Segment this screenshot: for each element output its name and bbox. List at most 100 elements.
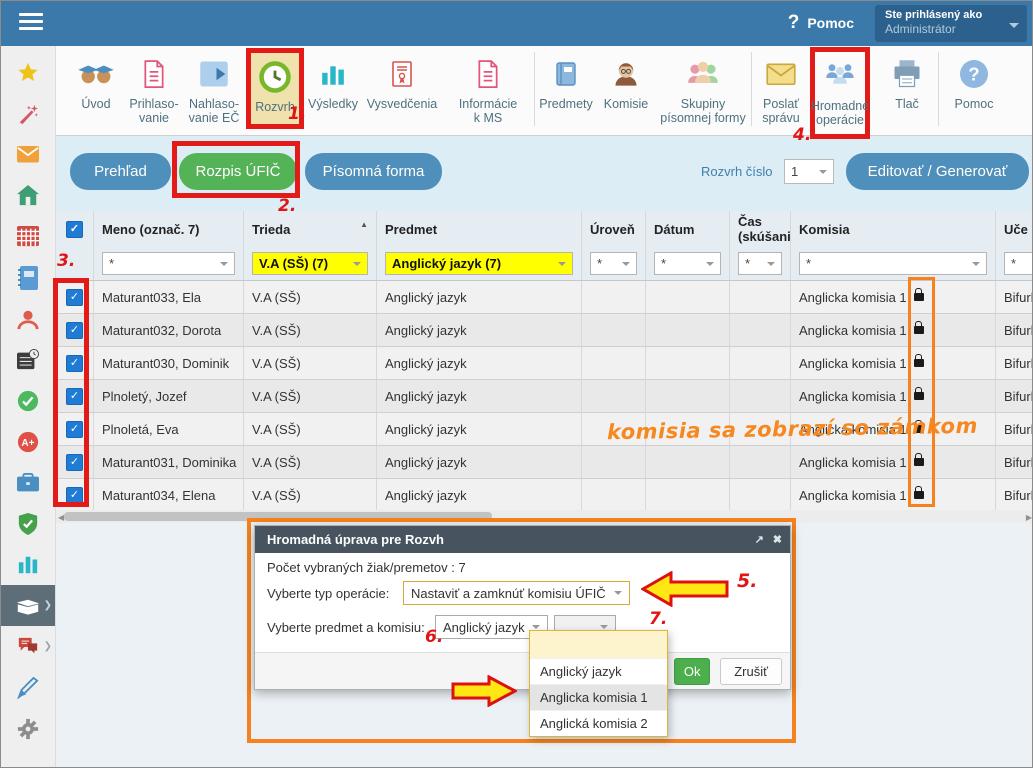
filter-komisia[interactable]: * [799,252,987,275]
editovat-generovat-button[interactable]: Editovať / Generovať [846,153,1029,190]
table-row[interactable]: ✓ Maturant030, Dominik V.A (SŠ) Anglický… [56,347,1033,380]
filter-trieda[interactable]: V.A (SŠ) (7) [252,252,368,275]
row-checkbox[interactable]: ✓ [66,487,83,504]
filter-predmet[interactable]: Anglický jazyk (7) [385,252,573,275]
toolbar-item-uvod[interactable]: Úvod [66,46,126,134]
sidebar-item-security[interactable] [1,503,55,544]
header-meno[interactable]: Meno (označ. 7) [94,211,244,247]
row-checkbox-cell: ✓ [56,380,94,413]
gear-icon [17,718,39,740]
toolbar-item-tlac[interactable]: Tlač [876,46,938,134]
help-link[interactable]: ? Pomoc [788,12,854,34]
toolbar-item-vysledky[interactable]: Výsledky [304,46,362,134]
header-predmet[interactable]: Predmet [377,211,582,247]
scroll-right-arrow[interactable]: ▶ [1026,513,1032,522]
cell-datum [646,446,730,479]
cell-meno: Maturant031, Dominika [94,446,244,479]
filter-uroven[interactable]: * [590,252,637,275]
chevron-right-icon: ❯ [44,600,52,611]
tab-pisomna-forma[interactable]: Písomná forma [305,153,442,190]
table-row[interactable]: ✓ Maturant031, Dominika V.A (SŠ) Anglick… [56,446,1033,479]
toolbar-item-informacie-k-ms[interactable]: Informácie k MS [442,46,534,134]
sidebar-item-messages[interactable]: ❯ [1,626,55,667]
chevron-down-icon [1009,23,1019,33]
filter-uce[interactable]: * [1004,252,1033,275]
scrollbar-thumb[interactable] [64,512,492,521]
close-icon[interactable]: ✖ [773,533,782,546]
sidebar-item-classbook[interactable] [1,257,55,298]
hamburger-menu-icon[interactable] [19,13,43,33]
toolbar-label: Úvod [81,97,110,111]
cell-trieda: V.A (SŠ) [244,380,377,413]
toolbar-item-hromadne-operacie[interactable]: Hromadné operácie [810,47,870,139]
sidebar-item-statistics[interactable] [1,544,55,585]
dropdown-option-highlighted[interactable]: Anglicka komisia 1 [530,684,667,710]
sidebar-item-attendance[interactable] [1,380,55,421]
sidebar-item-mail[interactable] [1,134,55,175]
sidebar-item-settings[interactable] [1,708,55,749]
toolbar-item-rozvrh[interactable]: Rozvrh [246,48,304,129]
toolbar-item-pomoc[interactable]: ? Pomoc [939,46,1009,134]
toolbar-item-komisie[interactable]: Komisie [597,46,655,134]
row-checkbox[interactable]: ✓ [66,289,83,306]
dropdown-option[interactable]: Anglický jazyk [530,658,667,684]
ok-button[interactable]: Ok [674,658,710,685]
svg-text:?: ? [968,64,979,85]
sidebar-item-favorites[interactable] [1,52,55,93]
toolbar-item-prihlasovanie[interactable]: Prihlaso- vanie [126,46,182,134]
filter-cas[interactable]: * [738,252,782,275]
operation-type-select[interactable]: Nastaviť a zamknúť komisiu ÚFIČ [403,581,630,605]
row-checkbox[interactable]: ✓ [66,355,83,372]
table-row[interactable]: ✓ Maturant034, Elena V.A (SŠ) Anglický j… [56,479,1033,510]
sidebar-item-home[interactable] [1,175,55,216]
row-checkbox[interactable]: ✓ [66,454,83,471]
toolbar-item-poslat-spravu[interactable]: Poslať správu [752,46,810,134]
sidebar-item-grades[interactable]: A+ [1,421,55,462]
filter-meno[interactable]: * [102,252,235,275]
filter-datum[interactable]: * [654,252,721,275]
cell-komisia: Anglicka komisia 1 [791,446,996,479]
sidebar-item-timetable[interactable] [1,216,55,257]
header-uce[interactable]: Uče [996,211,1033,247]
table-row[interactable]: ✓ Maturant032, Dorota V.A (SŠ) Anglický … [56,314,1033,347]
select-all-checkbox[interactable]: ✓ [66,221,83,238]
sidebar-item-persons[interactable] [1,298,55,339]
lock-icon [914,458,924,466]
button-label: Ok [684,664,701,679]
dropdown-option[interactable]: Anglická komisia 2 [530,710,667,736]
dropdown-option-blank[interactable] [530,631,667,658]
tab-rozpis-ufic[interactable]: Rozpis ÚFIČ [179,153,297,190]
tab-prehlad[interactable]: Prehľad [70,153,171,190]
toolbar-item-predmety[interactable]: Predmety [535,46,597,134]
dialog-body: Počet vybraných žiak/premetov : 7 Vybert… [255,553,790,639]
header-trieda[interactable]: Trieda▲ [244,211,377,247]
toolbar-item-skupiny-pisomnej-formy[interactable]: Skupiny písomnej formy [655,46,751,134]
sidebar-item-notes[interactable] [1,667,55,708]
students-table: ✓ Meno (označ. 7) Trieda▲ Predmet Úroveň… [56,211,1033,510]
row-checkbox[interactable]: ✓ [66,421,83,438]
header-datum[interactable]: Dátum [646,211,730,247]
user-menu[interactable]: Ste prihlásený ako Administrátor [875,5,1027,42]
row-checkbox[interactable]: ✓ [66,322,83,339]
rozvrh-cislo-select[interactable]: 1 [784,159,834,184]
toolbar-item-nahlasovanie-ec[interactable]: Nahlaso- vanie EČ [182,46,246,134]
sidebar-item-agenda[interactable] [1,462,55,503]
filter-value: * [109,256,114,271]
sidebar-item-maturita-active[interactable]: ❯ [1,585,55,626]
maximize-icon[interactable]: ↗ [755,533,764,546]
dialog-footer: Ok Zrušiť [255,652,790,689]
toolbar-item-vysvedcenia[interactable]: Vysvedčenia [362,46,442,134]
sidebar-item-wizard[interactable] [1,93,55,134]
row-checkbox[interactable]: ✓ [66,388,83,405]
tab-label: Rozpis ÚFIČ [195,163,280,180]
cancel-button[interactable]: Zrušiť [720,658,782,685]
cell-meno: Maturant030, Dominik [94,347,244,380]
header-cas[interactable]: Čas (skúšani [730,211,791,247]
horizontal-scrollbar[interactable]: ◀ ▶ [56,510,1033,523]
header-uroven[interactable]: Úroveň [582,211,646,247]
table-row[interactable]: ✓ Plnoletá, Eva V.A (SŠ) Anglický jazyk … [56,413,1033,446]
sidebar-item-planner[interactable] [1,339,55,380]
table-row[interactable]: ✓ Plnoletý, Jozef V.A (SŠ) Anglický jazy… [56,380,1033,413]
header-komisia[interactable]: Komisia [791,211,996,247]
table-row[interactable]: ✓ Maturant033, Ela V.A (SŠ) Anglický jaz… [56,281,1033,314]
